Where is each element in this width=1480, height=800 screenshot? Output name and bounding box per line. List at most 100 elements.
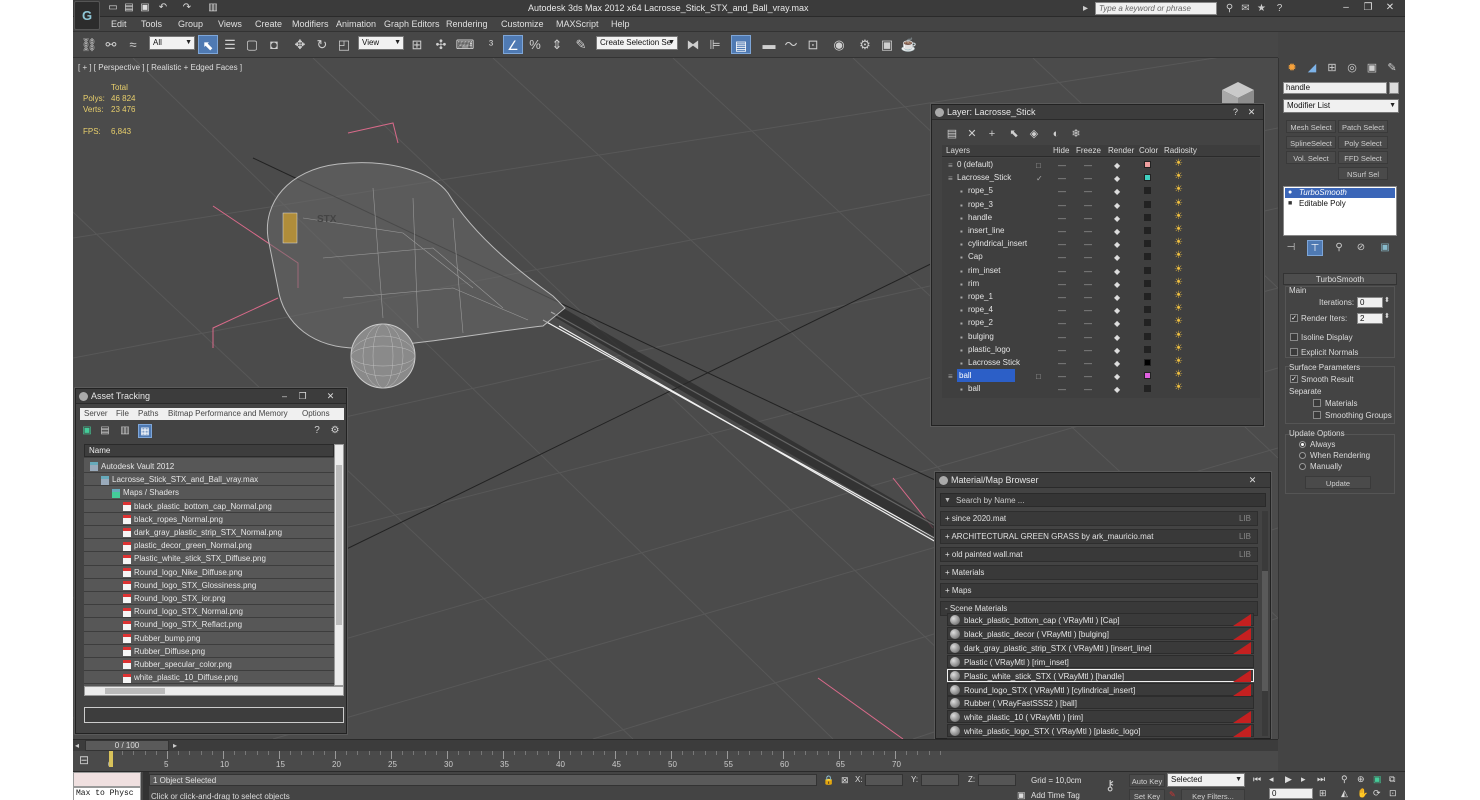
radiosity-toggle-icon[interactable]: ☀ — [1174, 225, 1184, 235]
lock-selection-icon[interactable]: 🔒 — [823, 775, 834, 786]
always-radio[interactable] — [1299, 441, 1306, 448]
layer-name[interactable]: rim — [968, 277, 979, 290]
iterations-spinner[interactable]: 0 — [1357, 297, 1383, 308]
go-to-end-icon[interactable]: ⏭ — [1317, 774, 1325, 785]
hide-toggle-icon[interactable]: — — [1058, 317, 1066, 330]
rectangular-selection-icon[interactable]: ▢ — [242, 35, 262, 54]
z-coordinate-field[interactable] — [978, 774, 1016, 786]
radiosity-toggle-icon[interactable]: ☀ — [1174, 198, 1184, 209]
freeze-toggle-icon[interactable]: — — [1084, 304, 1092, 317]
asset-list-item[interactable]: Round_logo_STX_Glossiness.png — [123, 579, 256, 592]
options-arrow-icon[interactable]: ▼ — [944, 494, 951, 507]
maximize-icon[interactable]: ❐ — [297, 391, 308, 402]
asset-list-item[interactable]: white_plastic_10_Diffuse.png — [123, 671, 238, 684]
scene-material-item[interactable]: Rubber ( VRayFastSSS2 ) [ball] — [947, 696, 1254, 710]
radiosity-toggle-icon[interactable]: ☀ — [1174, 304, 1184, 314]
radiosity-toggle-icon[interactable]: ☀ — [1174, 370, 1184, 380]
zoom-extents-icon[interactable]: ▣ — [1373, 774, 1382, 785]
mirror-icon[interactable]: ⧓ — [683, 35, 703, 54]
search-icon[interactable]: ⚲ — [1223, 2, 1236, 15]
render-toggle-icon[interactable]: ◆ — [1114, 291, 1120, 304]
layer-color-swatch[interactable] — [1144, 174, 1151, 182]
select-object-icon[interactable]: ⬉ — [198, 35, 218, 54]
layer-name[interactable]: Lacrosse_Stick — [957, 171, 1011, 184]
nsurf-select-button[interactable]: NSurf Sel — [1338, 167, 1388, 180]
spline-select-button[interactable]: SplineSelect — [1286, 136, 1336, 149]
rendered-frame-window-icon[interactable]: ▣ — [877, 35, 897, 54]
stack-item-editable-poly[interactable]: ■ Editable Poly — [1285, 199, 1395, 209]
freeze-toggle-icon[interactable]: — — [1084, 317, 1092, 330]
materials-checkbox[interactable] — [1313, 399, 1321, 407]
update-button[interactable]: Update — [1305, 476, 1371, 489]
layer-row[interactable]: ▪ rope_5 — — ◆ ☀ — [942, 184, 1260, 197]
hide-toggle-icon[interactable]: — — [1058, 172, 1066, 185]
asset-path-field[interactable] — [84, 707, 344, 723]
layer-row[interactable]: ≡ 0 (default) □ — — ◆ ☀ — [942, 158, 1260, 171]
refresh-icon[interactable]: ▣ — [80, 424, 94, 438]
layer-row[interactable]: ▪ rope_1 — — ◆ ☀ — [942, 290, 1260, 303]
radiosity-toggle-icon[interactable]: ☀ — [1174, 343, 1184, 354]
key-filters-button[interactable]: Key Filters... — [1181, 789, 1245, 800]
when-rendering-radio[interactable] — [1299, 452, 1306, 459]
scrollbar-thumb[interactable] — [1262, 571, 1268, 691]
layer-row[interactable]: ▪ cylindrical_insert — — ◆ ☀ — [942, 237, 1260, 250]
render-iters-spinner[interactable]: 2 — [1357, 313, 1383, 324]
layer-name[interactable]: 0 (default) — [957, 158, 993, 171]
layer-name[interactable]: rope_3 — [968, 198, 993, 211]
highlight-layer-icon[interactable]: ◈ — [1024, 125, 1044, 144]
isoline-checkbox[interactable] — [1290, 333, 1298, 341]
create-layer-icon[interactable]: ▤ — [942, 125, 962, 144]
render-setup-icon[interactable]: ⚙ — [855, 35, 875, 54]
favorites-icon[interactable]: ★ — [1255, 2, 1268, 15]
material-library-group[interactable]: + old painted wall.mat LIB — [940, 547, 1258, 562]
object-name-input[interactable]: handle — [1283, 82, 1387, 94]
layer-color-swatch[interactable] — [1144, 213, 1151, 221]
asset-menu-server[interactable]: Server — [84, 408, 108, 420]
freeze-toggle-icon[interactable]: — — [1084, 172, 1092, 185]
help-icon[interactable]: ? — [1230, 107, 1241, 118]
scene-material-item[interactable]: Plastic_white_stick_STX ( VRayMtl ) [han… — [947, 668, 1254, 682]
menu-graph-editors[interactable]: Graph Editors — [384, 19, 440, 29]
render-production-icon[interactable]: ☕ — [899, 35, 919, 54]
search-dropdown-icon[interactable]: ▸ — [1079, 2, 1092, 15]
layer-color-swatch[interactable] — [1144, 227, 1151, 234]
configure-sets-icon[interactable]: ▣ — [1377, 240, 1393, 256]
layer-name[interactable]: handle — [968, 211, 992, 224]
asset-list-item[interactable]: Round_logo_STX_Normal.png — [123, 605, 243, 618]
object-color-swatch[interactable] — [1389, 82, 1399, 94]
hide-toggle-icon[interactable]: — — [1058, 159, 1066, 172]
orbit-icon[interactable]: ⟳ — [1373, 788, 1381, 799]
layer-row[interactable]: ≡ ball □ — — ◆ ☀ — [942, 369, 1260, 383]
slider-next-icon[interactable]: ▸ — [173, 741, 177, 750]
stack-item-turbosmooth[interactable]: ● TurboSmooth — [1285, 188, 1395, 198]
pivot-center-icon[interactable]: ⊞ — [407, 35, 427, 54]
bulb-icon[interactable]: ● — [1288, 188, 1292, 198]
column-layers[interactable]: Layers — [946, 145, 970, 157]
layer-name[interactable]: cylindrical_insert — [968, 237, 1027, 250]
asset-list-item[interactable]: Maps / Shaders — [112, 486, 179, 499]
column-hide[interactable]: Hide — [1053, 145, 1069, 157]
layer-color-swatch[interactable] — [1144, 319, 1151, 327]
menu-group[interactable]: Group — [178, 19, 203, 29]
schematic-view-icon[interactable]: ⊡ — [803, 35, 823, 54]
layer-name[interactable]: rope_1 — [968, 290, 993, 303]
radiosity-toggle-icon[interactable]: ☀ — [1174, 251, 1184, 261]
material-scrollbar[interactable] — [1262, 511, 1268, 736]
time-config-icon[interactable]: ⊞ — [1319, 788, 1327, 799]
minimize-icon[interactable]: – — [1335, 0, 1357, 16]
minimize-icon[interactable]: – — [279, 391, 290, 402]
hide-all-icon[interactable]: ◐ — [1046, 125, 1066, 144]
rotate-icon[interactable]: ↻ — [312, 35, 332, 54]
align-icon[interactable]: ⊫ — [705, 35, 725, 54]
asset-list-item[interactable]: Round_logo_STX_Reflact.png — [123, 618, 242, 631]
scale-icon[interactable]: ◰ — [334, 35, 354, 54]
asset-list-item[interactable]: Round_logo_Nike_Diffuse.png — [123, 566, 242, 579]
layer-color-swatch[interactable] — [1144, 279, 1151, 287]
settings-icon[interactable]: ⚙ — [328, 424, 342, 438]
x-coordinate-field[interactable] — [865, 774, 903, 786]
freeze-toggle-icon[interactable]: — — [1084, 383, 1092, 396]
next-frame-icon[interactable]: ▸ — [1301, 774, 1306, 785]
asset-menu-file[interactable]: File — [116, 408, 129, 420]
table-view-icon[interactable]: ▦ — [138, 424, 152, 438]
hide-toggle-icon[interactable]: — — [1058, 331, 1066, 344]
